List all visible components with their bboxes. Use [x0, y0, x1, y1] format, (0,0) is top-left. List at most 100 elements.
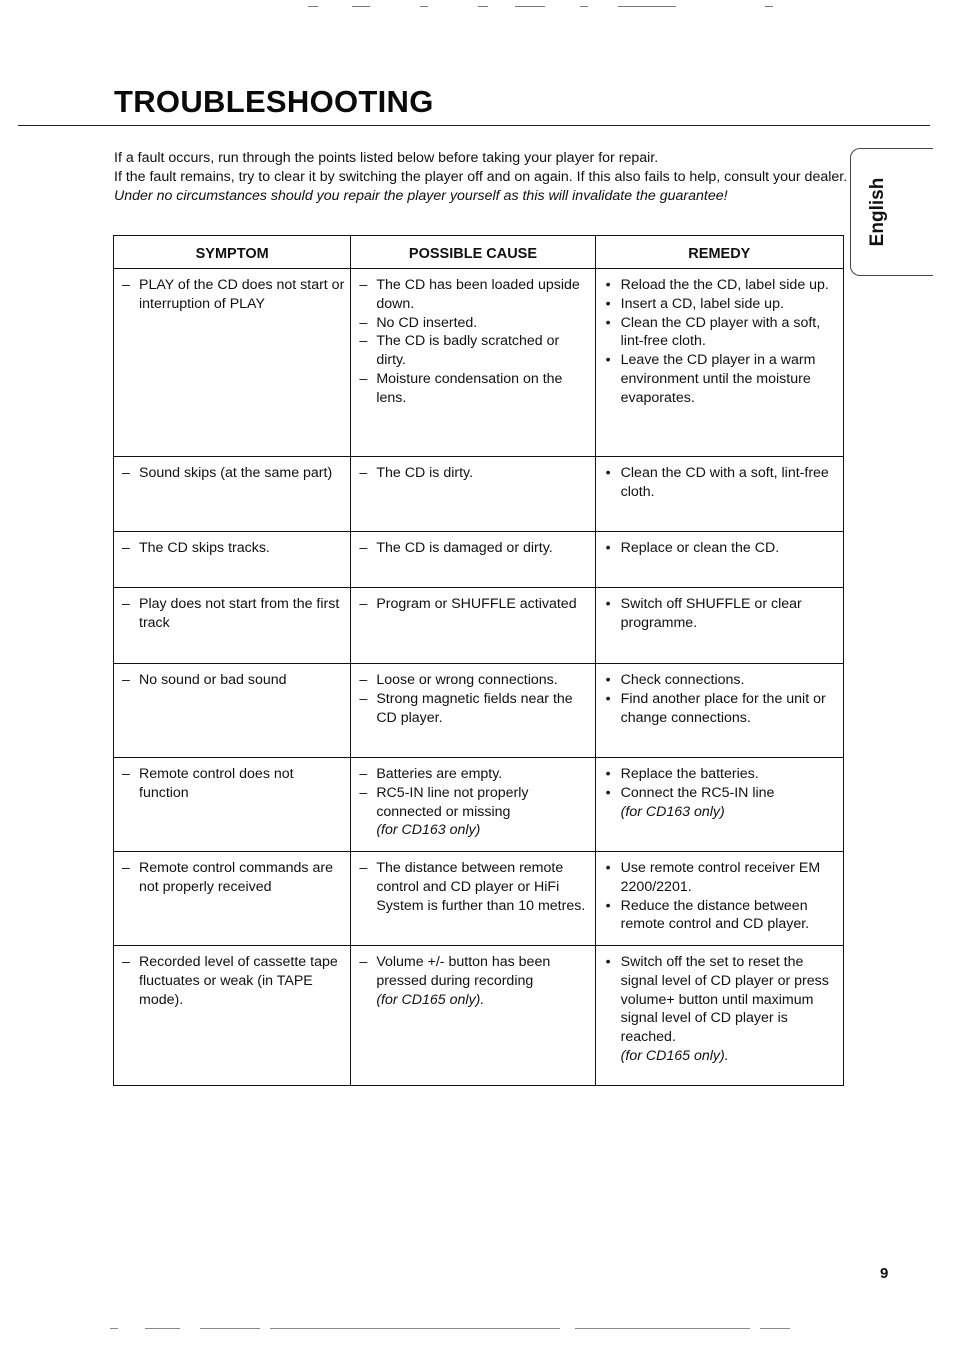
remedy-item: • Replace the batteries. — [602, 765, 837, 784]
dash-icon: – — [359, 333, 368, 350]
page-title: TROUBLESHOOTING — [114, 84, 434, 119]
item-text: Remote control commands are not properly… — [139, 860, 333, 895]
header-remedy: REMEDY — [594, 235, 845, 269]
item-text: Remote control does not function — [139, 766, 294, 801]
remedy-item: • Switch off the set to reset the signal … — [602, 953, 837, 1066]
remedy-item: • Connect the RC5-IN line (for CD163 only) — [602, 784, 837, 822]
item-text: Switch off the set to reset the signal l… — [620, 954, 829, 1046]
item-text: Find another place for the unit or chang… — [620, 690, 826, 726]
remedy-cell: • Switch off SHUFFLE or clear programme. — [594, 587, 845, 664]
cause-item: – Batteries are empty. — [357, 765, 588, 784]
bullet-icon: • — [605, 314, 611, 331]
dash-icon: – — [359, 596, 368, 612]
dash-icon: – — [359, 766, 368, 782]
item-text: Clean the CD with a soft, lint-free clot… — [620, 465, 829, 500]
item-text: Reload the the CD, label side up. — [620, 277, 829, 293]
page-number: 9 — [880, 1265, 889, 1282]
bullet-icon: • — [605, 465, 611, 481]
item-text: Connect the RC5-IN line — [620, 784, 775, 801]
symptom-cell: – No sound or bad sound — [112, 663, 352, 758]
intro-line-1: If a fault occurs, run through the point… — [114, 150, 659, 166]
title-divider — [18, 125, 930, 126]
remedy-item: • Find another place for the unit or chan… — [602, 690, 837, 728]
guarantee-warning: Under no circumstances should you repair… — [114, 188, 728, 204]
header-symptom: SYMPTOM — [112, 235, 352, 269]
cause-item: – The CD is dirty. — [357, 464, 588, 483]
dash-icon: – — [359, 672, 368, 688]
remedy-item: • Leave the CD player in a warm environme… — [602, 351, 837, 407]
symptom-item: – Sound skips (at the same part) — [120, 464, 344, 483]
item-text: The CD is damaged or dirty. — [376, 540, 553, 556]
remedy-item: • Use remote control receiver EM 2200/220… — [602, 859, 837, 897]
symptom-item: – Remote control does not function — [120, 765, 344, 803]
dash-icon: – — [359, 690, 368, 707]
bullet-icon: • — [605, 295, 611, 312]
bullet-icon: • — [605, 672, 611, 688]
item-text: The CD is dirty. — [376, 465, 474, 481]
cause-item: – Loose or wrong connections. — [357, 671, 588, 690]
model-note: (for CD165 only). — [620, 1047, 729, 1064]
table-row: – No sound or bad sound – Loose or wrong co… — [112, 663, 845, 758]
item-text: Volume +/- button has been pressed durin… — [376, 954, 551, 989]
cause-item: – The CD has been loaded upside down. — [357, 276, 588, 314]
dash-icon: – — [122, 860, 130, 876]
dash-icon: – — [122, 954, 130, 970]
dash-icon: – — [122, 465, 130, 481]
symptom-item: – Play does not start from the first trac… — [120, 595, 344, 633]
cause-cell: – The CD is dirty. — [350, 456, 596, 532]
cause-item: – Program or SHUFFLE activated — [357, 595, 588, 614]
remedy-cell: • Check connections. • Find another place f… — [594, 663, 845, 758]
cause-item: – Volume +/- button has been pressed duri… — [357, 953, 588, 1009]
cause-item: – The CD is badly scratched or dirty. — [357, 332, 588, 370]
language-tab: English — [850, 148, 933, 276]
scan-artifact-top — [300, 6, 780, 12]
remedy-item: • Clean the CD player with a soft, lint-f… — [602, 314, 837, 352]
item-text: The distance between remote control and … — [376, 860, 586, 914]
dash-icon: – — [122, 596, 130, 612]
dash-icon: – — [122, 672, 130, 688]
remedy-item: • Insert a CD, label side up. — [602, 295, 837, 314]
cause-cell: – The distance between remote control and… — [350, 851, 596, 946]
bullet-icon: • — [605, 766, 611, 782]
cause-item: – RC5-IN line not properly connected or m… — [357, 784, 588, 840]
symptom-item: – Recorded level of cassette tape fluctua… — [120, 953, 344, 1009]
item-text: The CD has been loaded upside down. — [376, 277, 580, 312]
language-tab-label: English — [867, 177, 888, 247]
remedy-cell: • Replace the batteries. • Connect the RC5-… — [594, 757, 845, 852]
item-text: Insert a CD, label side up. — [620, 295, 784, 312]
scan-artifact-bottom — [110, 1328, 940, 1332]
item-text: Reduce the distance between remote contr… — [620, 897, 810, 933]
item-text: Program or SHUFFLE activated — [376, 596, 577, 612]
cause-cell: – Volume +/- button has been pressed duri… — [350, 945, 596, 1086]
symptom-cell: – Remote control commands are not properl… — [112, 851, 352, 946]
item-text: PLAY of the CD does not start or interru… — [139, 277, 345, 312]
bullet-icon: • — [605, 954, 611, 970]
cause-cell: – Loose or wrong connections. – Strong magn… — [350, 663, 596, 758]
remedy-item: • Reload the the CD, label side up. — [602, 276, 837, 295]
remedy-item: • Replace or clean the CD. — [602, 539, 837, 558]
symptom-cell: – Remote control does not function — [112, 757, 352, 852]
table-row: – Remote control does not function – Batter… — [112, 757, 845, 852]
table-row: – Recorded level of cassette tape fluctua… — [112, 945, 845, 1086]
intro-line-2: If the fault remains, try to clear it by… — [114, 169, 848, 185]
dash-icon: – — [359, 954, 368, 970]
bullet-icon: • — [605, 860, 611, 876]
bullet-icon: • — [605, 352, 611, 369]
cause-item: – The distance between remote control and… — [357, 859, 588, 915]
dash-icon: – — [122, 277, 130, 293]
remedy-cell: • Use remote control receiver EM 2200/220… — [594, 851, 845, 946]
item-text: Clean the CD player with a soft, lint-fr… — [620, 314, 821, 350]
item-text: Recorded level of cassette tape fluctuat… — [139, 954, 338, 1008]
dash-icon: – — [122, 540, 130, 556]
model-note: (for CD163 only) — [620, 803, 725, 820]
symptom-item: – Remote control commands are not properl… — [120, 859, 344, 897]
item-text: Use remote control receiver EM 2200/2201… — [620, 860, 821, 895]
item-text: Switch off SHUFFLE or clear programme. — [620, 596, 802, 631]
bullet-icon: • — [605, 784, 611, 801]
remedy-cell: • Reload the the CD, label side up. • Inser… — [594, 268, 845, 457]
item-text: Moisture condensation on the lens. — [376, 370, 563, 406]
item-text: Replace or clean the CD. — [620, 540, 780, 556]
table-row: – Remote control commands are not properl… — [112, 851, 845, 946]
remedy-item: • Clean the CD with a soft, lint-free clo… — [602, 464, 837, 502]
item-text: Sound skips (at the same part) — [139, 465, 333, 481]
